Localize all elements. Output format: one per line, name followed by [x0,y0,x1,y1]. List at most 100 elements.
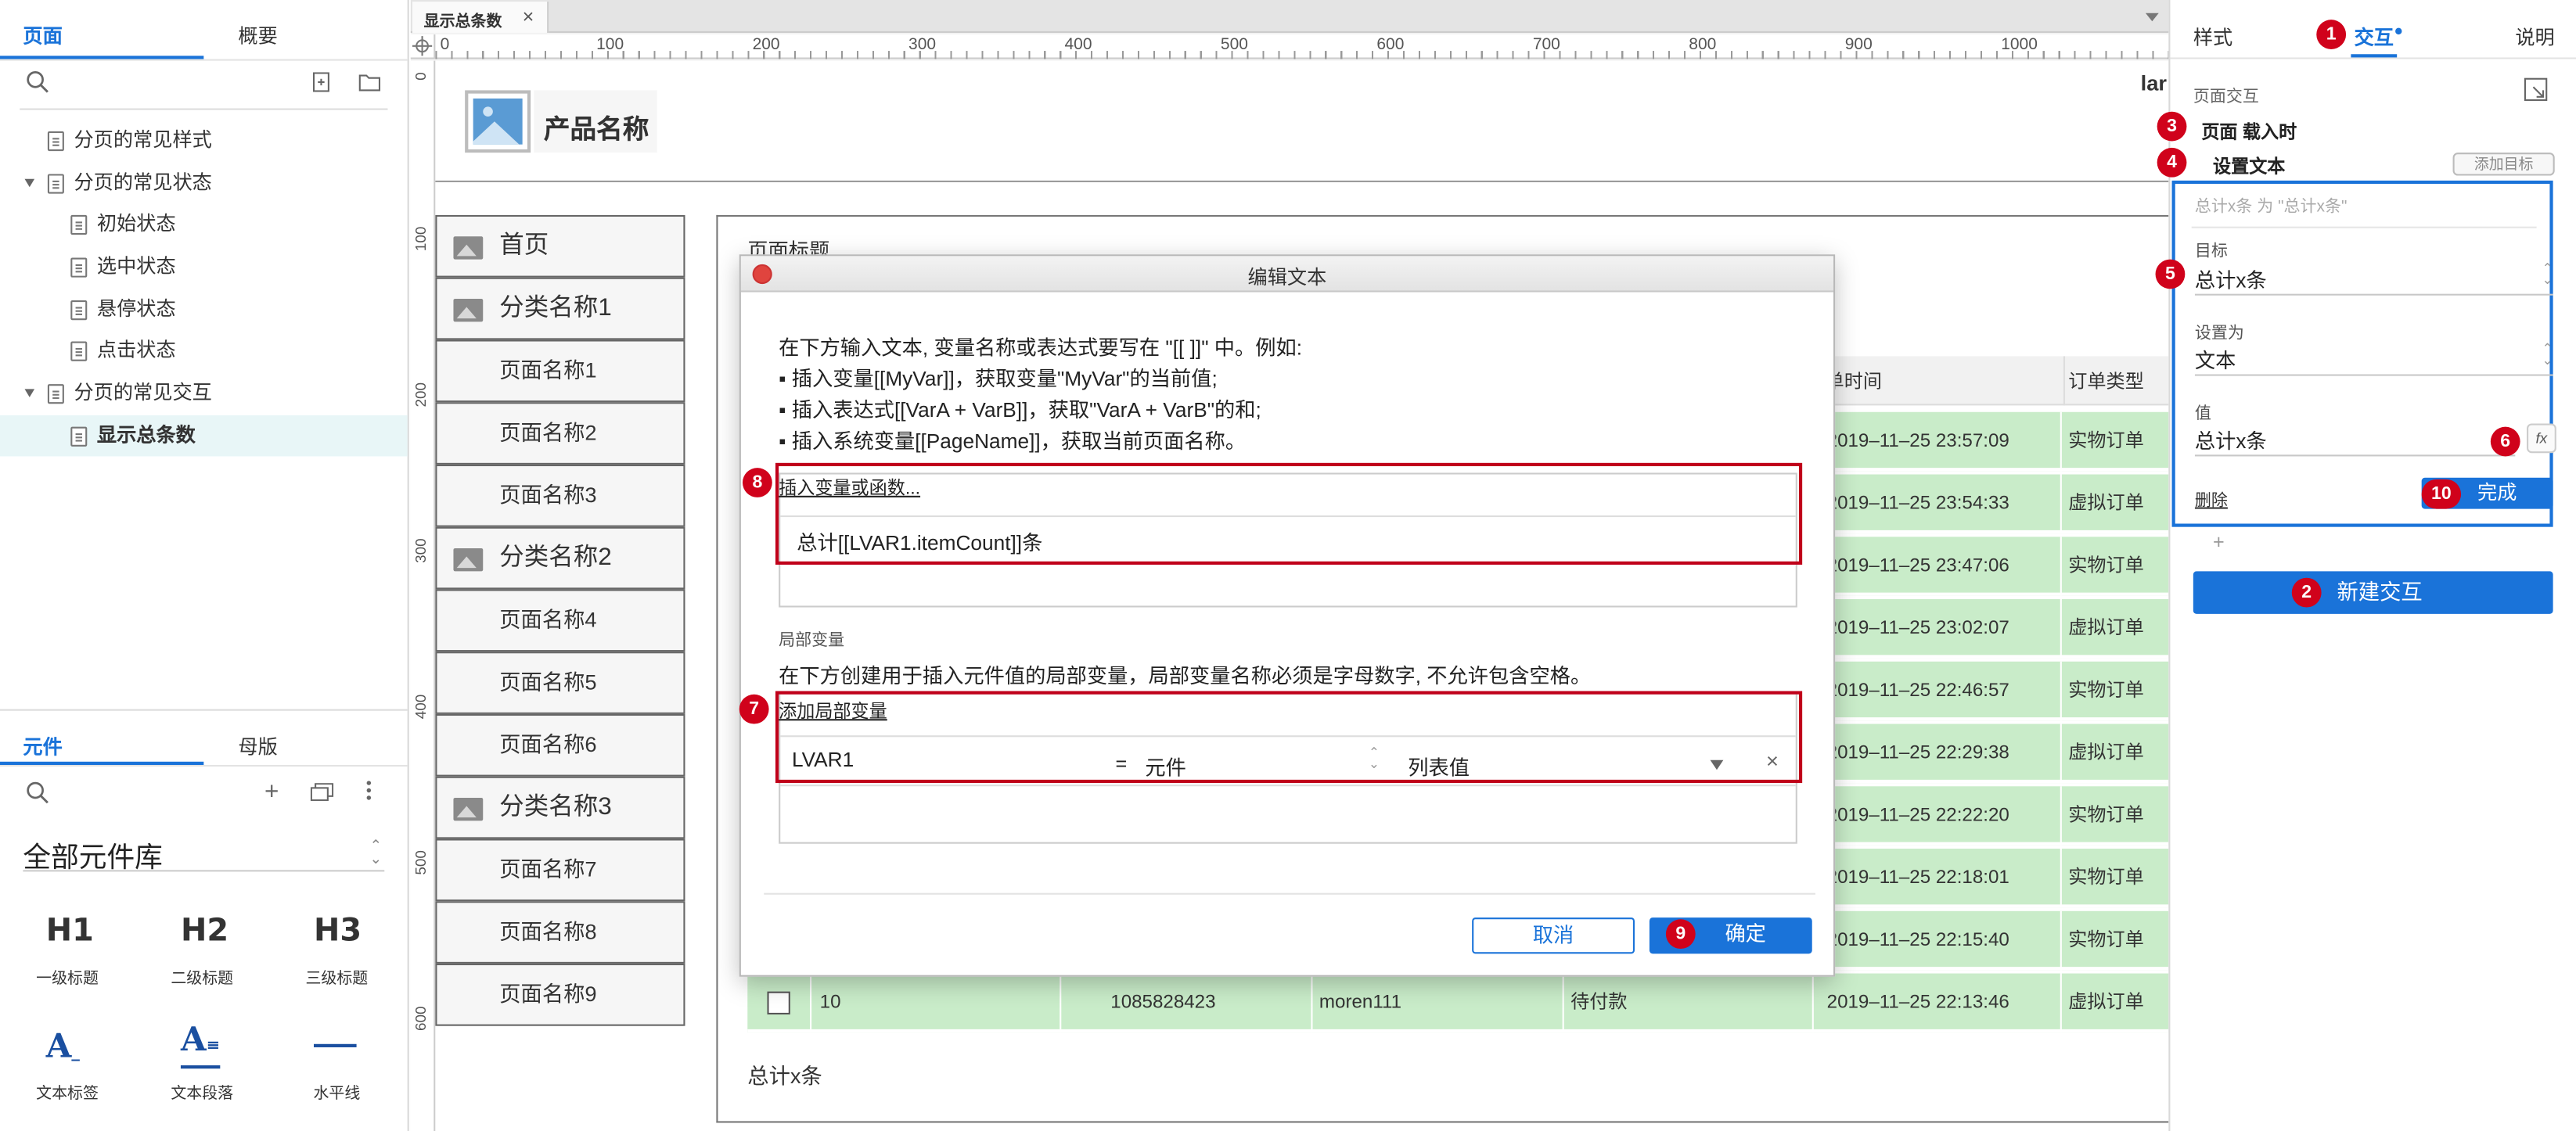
tab-outline[interactable]: 概要 [238,21,277,49]
cell-time: 2019–11–25 23:02:07 [1825,599,2009,659]
ruler-tick-label: 0 [412,72,429,81]
set-as-select[interactable]: 文本 ⌃ ⌄ [2194,343,2553,376]
left-panel: 页面 概要 分页的常见样式 分页的常见状态 初始状态 选中状态 悬停状态 点击状… [0,0,409,1131]
nav-item[interactable]: 页面名称8 [435,901,685,964]
h3-widget-icon[interactable]: H3 [314,913,362,949]
axure-window: 页面 概要 分页的常见样式 分页的常见状态 初始状态 选中状态 悬停状态 点击状… [0,0,2576,1131]
page-item-selected[interactable]: 显示总条数 [0,415,408,457]
add-target-button[interactable]: 添加目标 [2452,153,2555,176]
h1-widget-icon[interactable]: H1 [46,913,94,949]
document-tab[interactable]: 显示总条数 × [412,2,549,33]
header-divider [435,180,2169,182]
tab-interactions[interactable]: 交互 [2355,23,2394,51]
nav-item[interactable]: 页面名称1 [435,339,685,403]
add-page-icon[interactable] [312,72,332,92]
row-checkbox[interactable] [767,991,790,1014]
nav-label: 页面名称6 [499,732,597,757]
tab-style[interactable]: 样式 [2193,23,2232,51]
widget-label: 二级标题 [171,970,234,989]
page-item[interactable]: 悬停状态 [0,289,408,329]
dialog-titlebar: 编辑文本 [740,256,1834,293]
field-label: 值 [2194,405,2211,424]
delete-link[interactable]: 删除 [2195,486,2228,511]
product-logo-image[interactable] [465,90,531,153]
divider [0,59,408,61]
cell-type: 实物订单 [2060,411,2144,472]
search-icon[interactable] [27,781,49,804]
tab-widgets[interactable]: 元件 [23,732,62,760]
nav-label: 页面名称4 [499,607,597,632]
value-input[interactable]: 总计x条 [2194,423,2516,457]
widget-label: 文本标签 [36,1085,99,1104]
nav-item[interactable]: 页面名称7 [435,838,685,902]
horizontal-line-widget-icon[interactable] [314,1043,357,1047]
total-count-text: 总计x条 [747,1063,822,1089]
cell-type: 实物订单 [2060,537,2144,596]
target-select[interactable]: 总计x条 ⌃ ⌄ [2194,262,2553,296]
close-icon[interactable]: × [523,5,534,27]
page-icon [70,426,88,447]
target-value: 总计x条 [2194,269,2267,293]
table-row[interactable]: 10 1085828423 moren111 待付款 2019–11–25 22… [747,973,2169,1033]
select-arrows-icon[interactable]: ⌃ ⌄ [369,838,382,866]
cell-time: 2019–11–25 23:47:06 [1825,537,2009,596]
new-interaction-button[interactable]: 新建交互 [2193,571,2553,614]
nav-item[interactable]: 页面名称3 [435,464,685,527]
add-folder-icon[interactable] [358,72,381,92]
nav-item[interactable]: 分类名称2 [435,526,685,590]
highlight-box [775,691,1803,784]
expand-panel-icon[interactable] [2524,77,2548,102]
nav-item[interactable]: 首页 [435,214,685,278]
nav-item[interactable]: 页面名称9 [435,963,685,1026]
expand-chevron-icon[interactable] [24,389,35,397]
nav-item[interactable]: 页面名称2 [435,402,685,465]
cell-index: 10 [810,973,841,1033]
page-item[interactable]: 分页的常见样式 [0,120,408,160]
page-item[interactable]: 初始状态 [0,203,408,244]
instruction-line: ▪ 插入变量[[MyVar]]，获取变量"MyVar"的当前值; [779,368,1218,391]
search-icon[interactable] [27,70,49,93]
cancel-button[interactable]: 取消 [1472,917,1635,954]
nav-item[interactable]: 分类名称1 [435,277,685,340]
fx-button[interactable]: fx [2527,423,2556,454]
library-select[interactable]: 全部元件库 [23,834,162,874]
h2-widget-icon[interactable]: H2 [181,913,228,949]
ok-label: 确定 [1725,922,1766,946]
add-action-icon[interactable]: + [2213,530,2225,553]
nav-item[interactable]: 页面名称4 [435,589,685,652]
section-label: 局部变量 [779,631,845,651]
ruler-tick-label: 100 [412,226,429,252]
cell-type: 虚拟订单 [2060,723,2144,784]
nav-item[interactable]: 分类名称3 [435,776,685,839]
page-folder[interactable]: 分页的常见状态 [0,163,408,203]
library-copy-icon[interactable] [310,783,334,802]
set-as-value: 文本 [2194,350,2236,373]
tab-masters[interactable]: 母版 [238,732,277,760]
nav-item[interactable]: 页面名称5 [435,652,685,714]
ruler-tick-label: 300 [412,538,429,563]
tab-pages[interactable]: 页面 [23,21,62,49]
page-folder[interactable]: 分页的常见交互 [0,372,408,413]
local-var-description: 在下方创建用于插入元件值的局部变量，局部变量名称必须是字母数字, 不允许包含空格… [779,664,1592,688]
more-options-icon[interactable] [366,780,372,801]
tab-notes[interactable]: 说明 [2515,23,2554,51]
expand-chevron-icon[interactable] [24,178,35,188]
page-item[interactable]: 选中状态 [0,246,408,287]
nav-item[interactable]: 页面名称6 [435,713,685,777]
divider [764,892,1815,895]
cell-time: 2019–11–25 22:29:38 [1825,723,2009,784]
text-label-widget-icon[interactable]: A_ [46,1026,80,1065]
annotation-marker: 3 [2157,111,2187,142]
text-paragraph-widget-icon[interactable]: A≡ [180,1021,221,1069]
page-item-label: 悬停状态 [96,296,176,321]
action-name[interactable]: 设置文本 [2213,153,2285,179]
add-library-icon[interactable]: + [264,778,279,806]
divider [0,709,408,711]
cell-time: 2019–11–25 23:57:09 [1825,411,2009,472]
nav-label: 页面名称5 [499,670,597,695]
page-item[interactable]: 点击状态 [0,330,408,371]
tab-overflow-icon[interactable] [2145,13,2159,22]
event-name[interactable]: 页面 载入时 [2201,118,2297,145]
ruler-top: 0 100 200 300 400 500 600 700 800 900 10… [410,34,2169,59]
document-tab-label: 显示总条数 [423,13,502,31]
